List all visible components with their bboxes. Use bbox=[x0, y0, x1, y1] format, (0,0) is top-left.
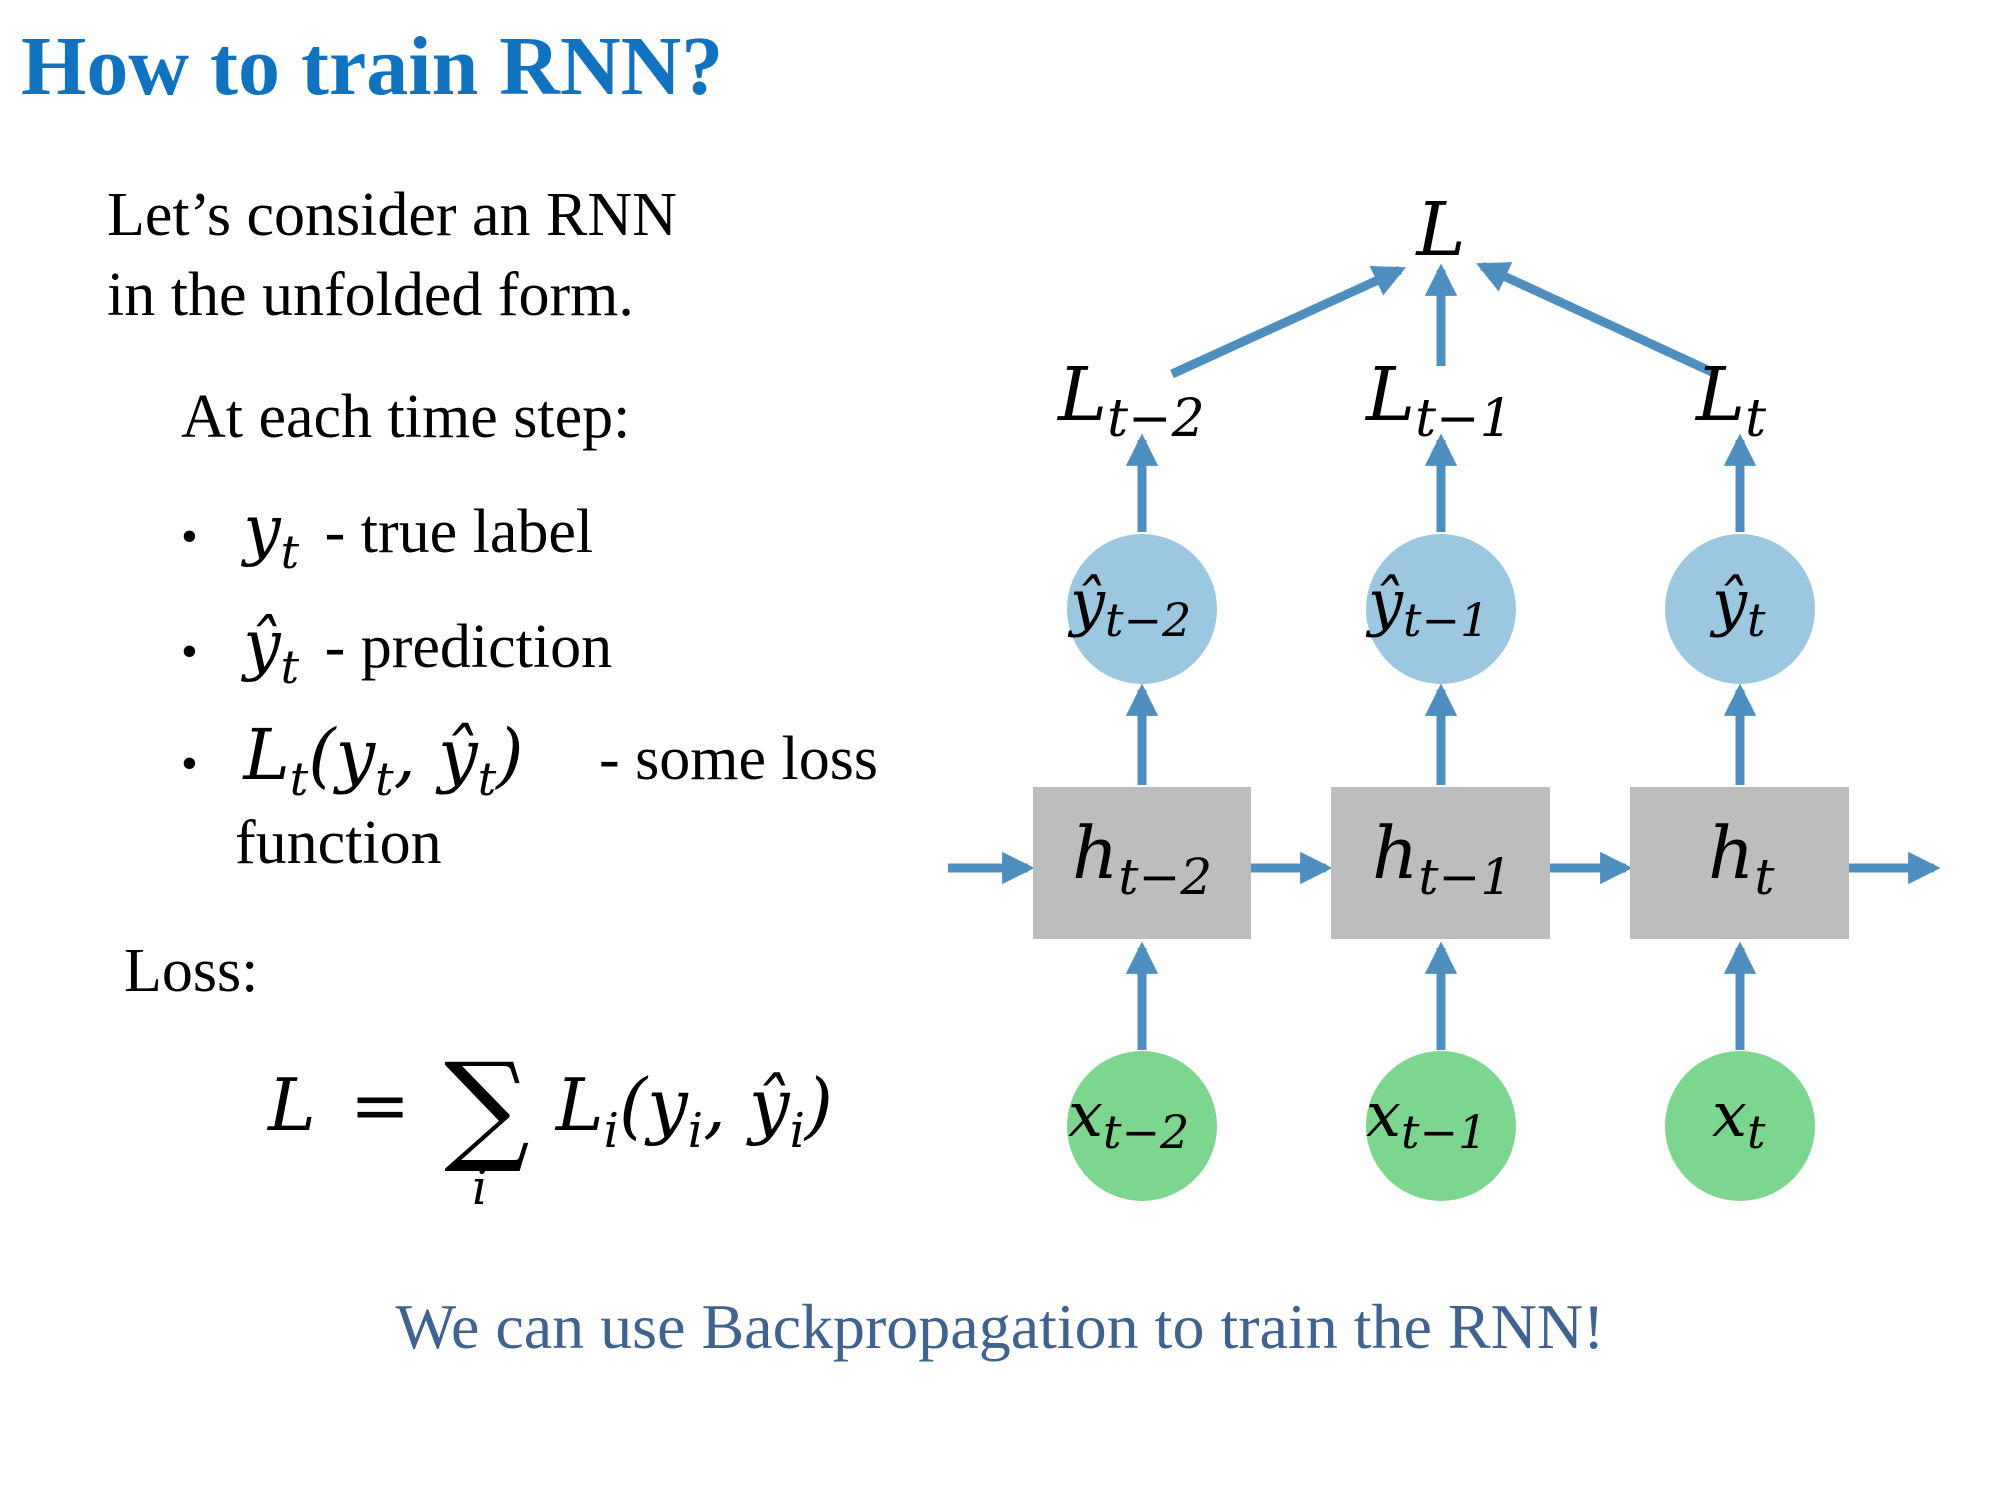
input-subscript: t bbox=[1747, 1105, 1766, 1159]
hidden-subscript: t−1 bbox=[1418, 848, 1512, 906]
input-subscript: t−1 bbox=[1401, 1105, 1487, 1159]
loss-symbol: L bbox=[1364, 352, 1415, 438]
hidden-subscript: t bbox=[1754, 848, 1775, 906]
hidden-symbol: h bbox=[1708, 811, 1754, 895]
pred-symbol: ŷ bbox=[1365, 566, 1404, 639]
input-symbol: x bbox=[1712, 1078, 1747, 1151]
arrow-loss-t-to-total bbox=[1476, 261, 1714, 377]
input-symbol: x bbox=[1366, 1078, 1401, 1151]
input-symbol: x bbox=[1068, 1078, 1103, 1151]
loss-symbol: L bbox=[1694, 352, 1745, 438]
hidden-symbol: h bbox=[1372, 811, 1418, 895]
pred-symbol: ŷ bbox=[1709, 566, 1748, 639]
hidden-symbol: h bbox=[1072, 811, 1118, 895]
loss-subscript: t bbox=[1745, 389, 1766, 449]
input-subscript: t−2 bbox=[1103, 1105, 1189, 1159]
pred-subscript: t−1 bbox=[1403, 593, 1489, 647]
pred-subscript: t−2 bbox=[1105, 593, 1191, 647]
loss-symbol: L bbox=[1056, 352, 1107, 438]
hidden-subscript: t−2 bbox=[1118, 848, 1212, 906]
rnn-unfolded-diagram: L Lt−2 Lt−1 Lt ŷt−2 ŷt−1 ŷt ht−2 ht−1 ht… bbox=[948, 187, 1941, 1201]
loss-subscript: t−2 bbox=[1107, 389, 1205, 449]
pred-subscript: t bbox=[1747, 593, 1766, 647]
loss-label-t: Lt bbox=[1694, 352, 1766, 449]
total-loss-label: L bbox=[1414, 187, 1465, 273]
pred-symbol: ŷ bbox=[1067, 566, 1106, 639]
loss-label-t-1: Lt−1 bbox=[1364, 352, 1513, 449]
loss-subscript: t−1 bbox=[1415, 389, 1513, 449]
